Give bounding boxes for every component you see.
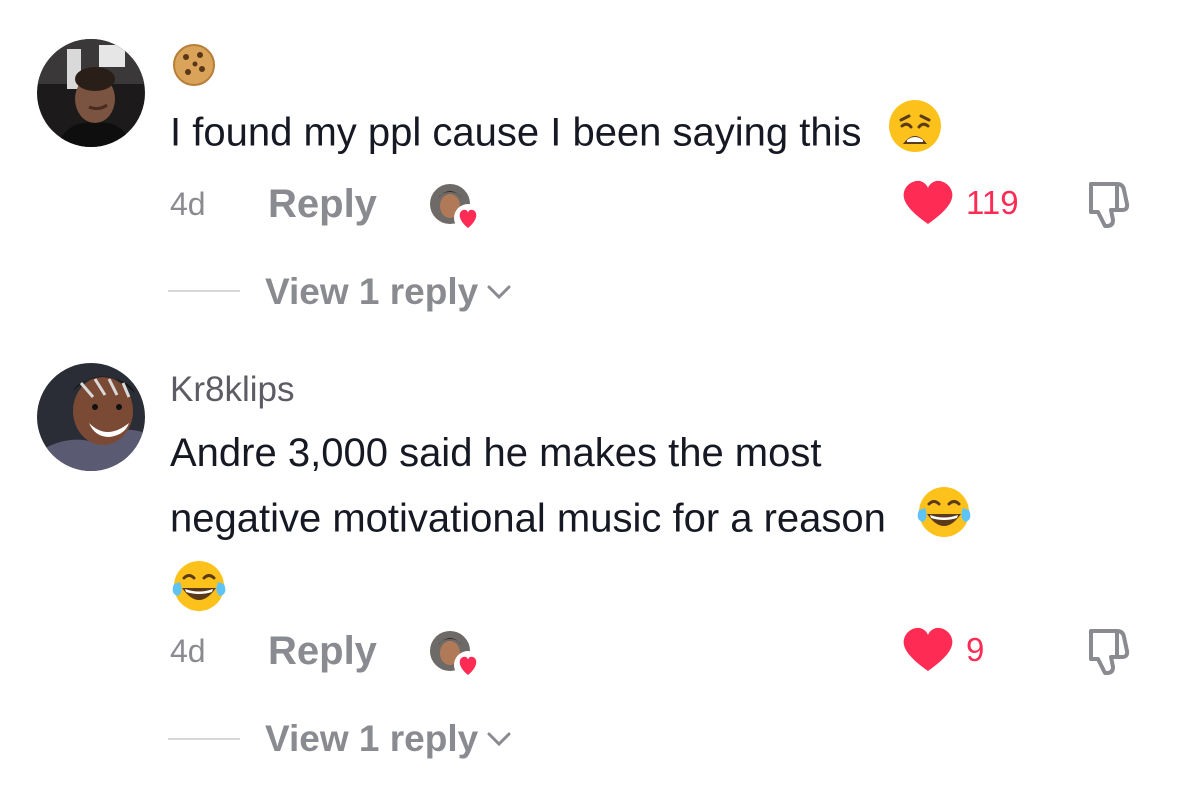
- creator-liked-avatar: [428, 627, 482, 681]
- username[interactable]: Kr8klips: [170, 370, 294, 410]
- comment-line-3: [170, 558, 1160, 632]
- comment-time: 4d: [170, 633, 206, 669]
- comment-text: Andre 3,000 said he makes the most negat…: [170, 422, 1160, 632]
- comment-text: I found my ppl cause I been saying this: [170, 98, 943, 172]
- comment-line-1: Andre 3,000 said he makes the most: [170, 431, 822, 475]
- weary-face-icon: [887, 98, 943, 172]
- comment-line-2-text: negative motivational music for a reason: [170, 496, 886, 541]
- replies-divider: [168, 290, 240, 292]
- view-replies-label: View 1 reply: [265, 271, 479, 312]
- like-button[interactable]: 9: [902, 627, 984, 673]
- avatar[interactable]: [37, 39, 145, 147]
- view-replies-button[interactable]: View 1 reply: [265, 271, 512, 313]
- like-count: 119: [966, 184, 1019, 221]
- tears-of-joy-icon: [170, 558, 228, 632]
- reply-button[interactable]: Reply: [268, 629, 377, 674]
- heart-icon: [903, 180, 953, 224]
- chevron-down-icon: [487, 285, 511, 300]
- like-button[interactable]: 119: [902, 180, 1019, 226]
- heart-icon: [903, 627, 953, 671]
- creator-liked-avatar: [428, 180, 482, 234]
- view-replies-button[interactable]: View 1 reply: [265, 718, 512, 760]
- dislike-icon: [1089, 629, 1130, 675]
- view-replies-label: View 1 reply: [265, 718, 479, 759]
- tears-of-joy-icon: [915, 484, 973, 558]
- chevron-down-icon: [487, 732, 511, 747]
- dislike-icon: [1089, 182, 1130, 228]
- like-count: 9: [966, 631, 985, 668]
- comment-time: 4d: [170, 186, 206, 222]
- comment-body: I found my ppl cause I been saying this: [170, 110, 862, 155]
- comment-line-2: negative motivational music for a reason: [170, 484, 1160, 558]
- reply-button[interactable]: Reply: [268, 182, 377, 227]
- avatar[interactable]: [37, 363, 145, 471]
- replies-divider: [168, 738, 240, 740]
- cookie-icon: [172, 43, 216, 92]
- dislike-button[interactable]: [1081, 625, 1133, 677]
- dislike-button[interactable]: [1081, 178, 1133, 230]
